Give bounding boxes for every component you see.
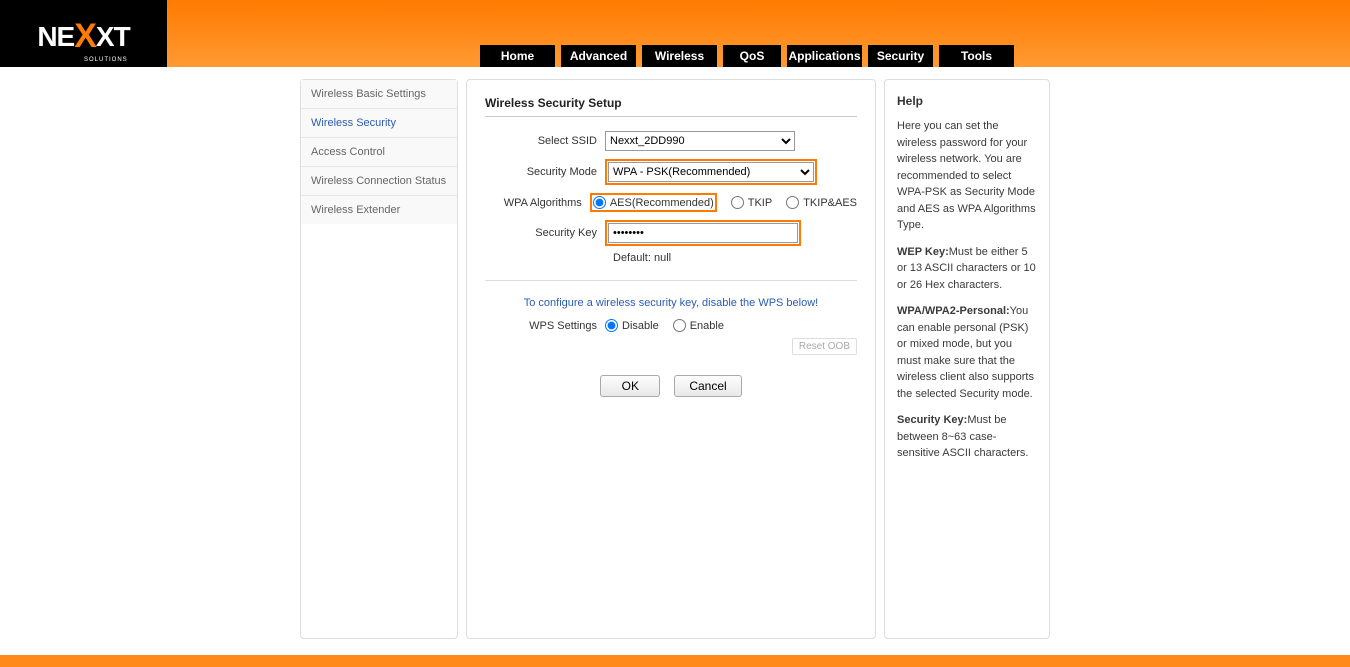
highlight-security-key [605,220,801,246]
nav-applications[interactable]: Applications [787,45,862,67]
radio-wps-disable-input[interactable] [605,319,618,332]
help-wep: WEP Key:Must be either 5 or 13 ASCII cha… [897,244,1037,294]
radio-aes[interactable]: AES(Recommended) [593,196,714,209]
nav-tools[interactable]: Tools [939,45,1014,67]
brand-name: NEXXTSOLUTIONS [37,16,129,55]
sidebar-item-security[interactable]: Wireless Security [301,109,457,138]
help-wpa: WPA/WPA2-Personal:You can enable persona… [897,303,1037,402]
highlight-aes: AES(Recommended) [590,193,717,212]
cancel-button[interactable]: Cancel [674,375,741,397]
label-security-key: Security Key [485,227,605,239]
footer-bar [0,655,1350,667]
row-wpa-algorithms: WPA Algorithms AES(Recommended) TKIP TKI… [485,193,857,212]
main-nav: Home Advanced Wireless QoS Applications … [480,45,1014,67]
radio-wps-enable-input[interactable] [673,319,686,332]
radio-tkipaes-input[interactable] [786,196,799,209]
radio-wps-enable[interactable]: Enable [673,319,724,332]
radio-tkipaes[interactable]: TKIP&AES [786,196,857,209]
radio-wps-disable[interactable]: Disable [605,319,659,332]
page-body: Wireless Basic Settings Wireless Securit… [0,67,1350,639]
title-rule [485,116,857,117]
highlight-security-mode: WPA - PSK(Recommended) [605,159,817,185]
radio-tkip[interactable]: TKIP [731,196,772,209]
row-wps-settings: WPS Settings Disable Enable [485,319,857,332]
nav-advanced[interactable]: Advanced [561,45,636,67]
sidebar-item-status[interactable]: Wireless Connection Status [301,167,457,196]
security-key-default-note: Default: null [613,252,857,264]
sidebar-item-extender[interactable]: Wireless Extender [301,196,457,224]
sidebar-item-access[interactable]: Access Control [301,138,457,167]
select-ssid[interactable]: Nexxt_2DD990 [605,131,795,151]
separator [485,280,857,281]
radio-tkip-input[interactable] [731,196,744,209]
reset-oob-button[interactable]: Reset OOB [792,338,857,355]
help-intro: Here you can set the wireless password f… [897,118,1037,234]
sidebar-item-basic[interactable]: Wireless Basic Settings [301,80,457,109]
nav-wireless[interactable]: Wireless [642,45,717,67]
label-wpa-algorithms: WPA Algorithms [485,197,590,209]
label-ssid: Select SSID [485,135,605,147]
brand-logo: NEXXTSOLUTIONS [0,0,167,67]
nav-security[interactable]: Security [868,45,933,67]
page-title: Wireless Security Setup [485,96,857,110]
row-security-key: Security Key [485,220,857,246]
nav-qos[interactable]: QoS [723,45,781,67]
nav-home[interactable]: Home [480,45,555,67]
select-security-mode[interactable]: WPA - PSK(Recommended) [608,162,814,182]
help-title: Help [897,94,1037,108]
label-wps-settings: WPS Settings [485,320,605,332]
wps-disable-note: To configure a wireless security key, di… [485,297,857,309]
radio-aes-input[interactable] [593,196,606,209]
row-ssid: Select SSID Nexxt_2DD990 [485,131,857,151]
label-security-mode: Security Mode [485,166,605,178]
sidebar: Wireless Basic Settings Wireless Securit… [300,79,458,639]
main-panel: Wireless Security Setup Select SSID Nexx… [466,79,876,639]
header-band: NEXXTSOLUTIONS Home Advanced Wireless Qo… [0,0,1350,67]
ok-button[interactable]: OK [600,375,660,397]
input-security-key[interactable] [608,223,798,243]
help-skey: Security Key:Must be between 8~63 case-s… [897,412,1037,462]
help-panel: Help Here you can set the wireless passw… [884,79,1050,639]
row-security-mode: Security Mode WPA - PSK(Recommended) [485,159,857,185]
